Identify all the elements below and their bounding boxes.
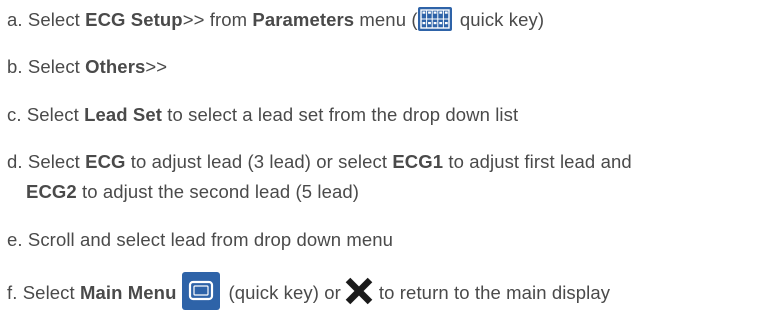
step-text: >> from (182, 9, 253, 30)
others-label: Others (85, 56, 146, 77)
step-text: Select (22, 281, 80, 303)
ecg-setup-label: ECG Setup (85, 9, 183, 30)
step-e: e. Scroll and select lead from drop down… (7, 228, 393, 252)
step-text: >> (145, 56, 168, 77)
step-text: Select (27, 9, 86, 30)
step-text: quick key) (454, 9, 545, 30)
step-b: b. Select Others>> (7, 55, 167, 79)
ecg1-label: ECG1 (392, 151, 444, 172)
step-d-continuation: ECG2 to adjust the second lead (5 lead) (26, 180, 359, 204)
step-text: Select (27, 56, 86, 77)
step-text: to adjust the second lead (5 lead) (76, 181, 359, 202)
step-marker: b. (7, 56, 23, 77)
step-marker: f. (7, 281, 18, 303)
ecg2-label: ECG2 (26, 181, 77, 202)
step-text: to adjust first lead and (443, 151, 632, 172)
step-d: d. Select ECG to adjust lead (3 lead) or… (7, 150, 632, 174)
step-marker: e. (7, 229, 23, 250)
step-text: menu ( (354, 9, 418, 30)
main-menu-label: Main Menu (80, 281, 177, 303)
step-text: to return to the main display (378, 281, 611, 303)
step-c: c. Select Lead Set to select a lead set … (7, 103, 518, 127)
step-text: to adjust lead (3 lead) or select (125, 151, 393, 172)
step-text: Select (26, 104, 85, 125)
parameters-label: Parameters (252, 9, 355, 30)
step-text: Scroll and select lead from drop down me… (27, 229, 394, 250)
ecg-label: ECG (85, 151, 126, 172)
step-text: (quick key) or (228, 281, 341, 303)
step-marker: a. (7, 9, 23, 30)
close-x-icon (345, 277, 373, 305)
step-marker: c. (7, 104, 22, 125)
step-marker: d. (7, 151, 23, 172)
main-menu-icon (182, 272, 221, 310)
step-text: Select (27, 151, 86, 172)
parameters-grid-icon (417, 7, 452, 32)
lead-set-label: Lead Set (84, 104, 163, 125)
step-text: to select a lead set from the drop down … (162, 104, 519, 125)
step-a: a. Select ECG Setup>> from Parameters me… (7, 7, 545, 33)
step-f: f. Select Main Menu (quick key) or to re… (7, 272, 611, 313)
